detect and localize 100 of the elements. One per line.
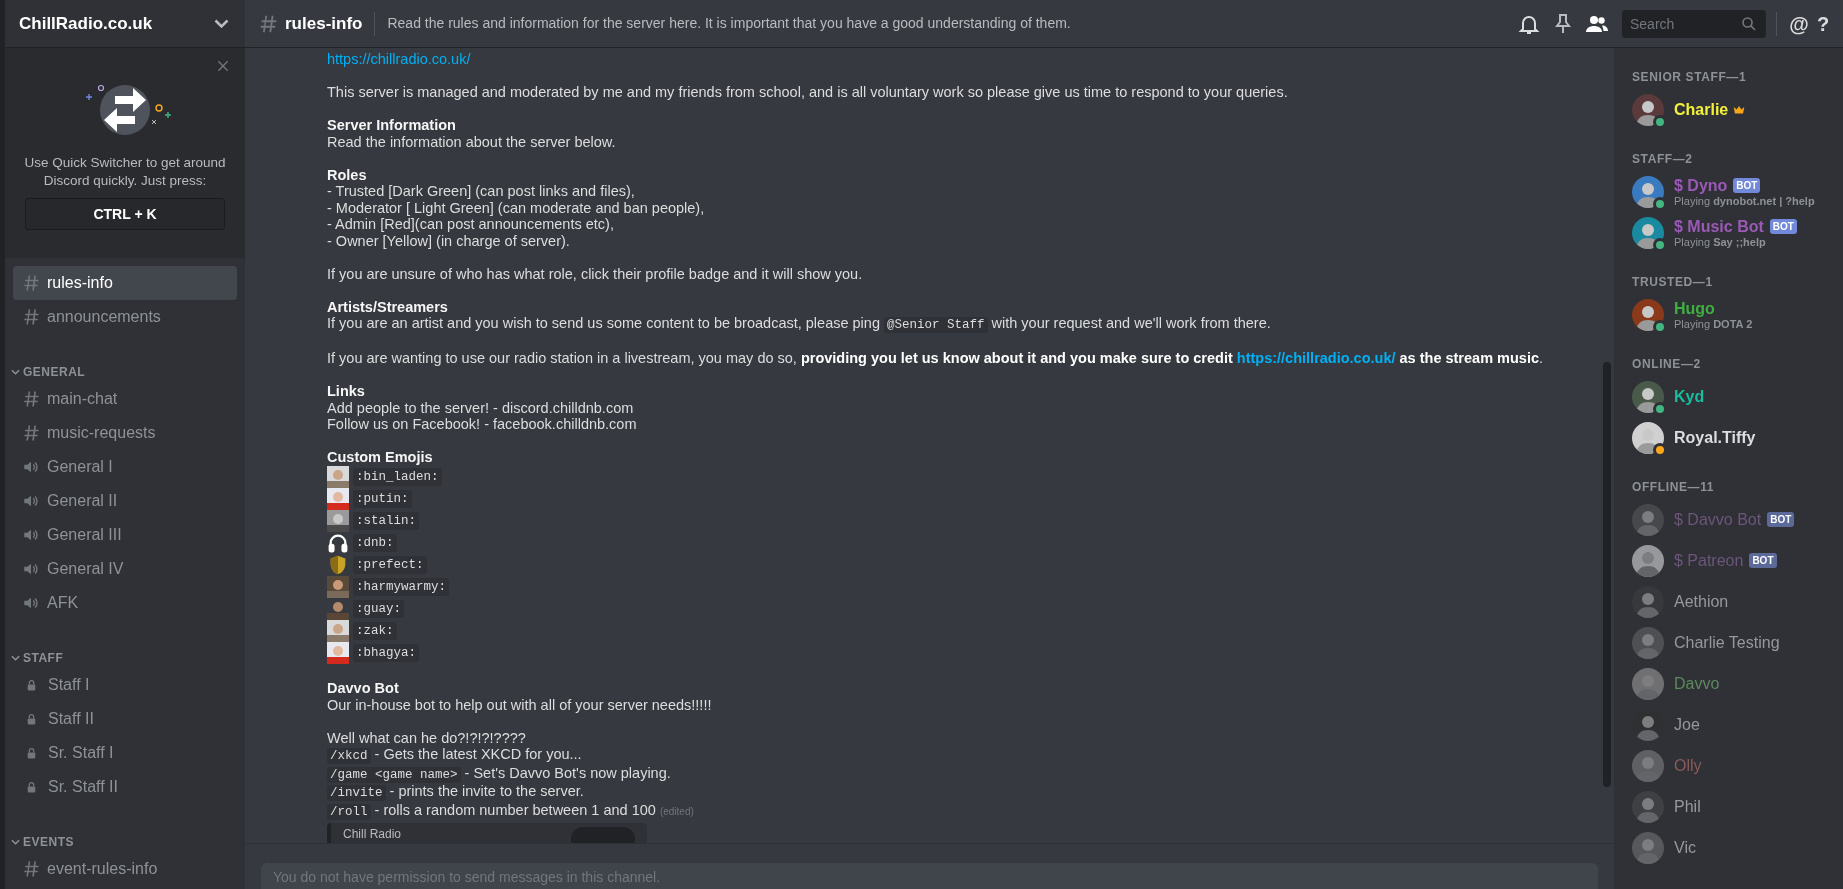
avatar xyxy=(1632,421,1664,454)
section-heading: Custom Emojis xyxy=(327,449,433,466)
emoji-code: :zak: xyxy=(353,621,397,640)
channel-item[interactable]: General III xyxy=(13,518,237,552)
channel-item[interactable]: Staff II xyxy=(13,702,237,736)
emoji-code: :harmywarmy: xyxy=(353,577,449,596)
message-text: /game <game name> - Set's Davvo Bot's now playing. xyxy=(327,764,671,783)
channel-item[interactable]: announcements xyxy=(13,300,237,334)
section-heading: Artists/Streamers xyxy=(327,298,448,315)
section-heading: Server Information xyxy=(327,117,456,134)
close-icon xyxy=(215,58,231,74)
member-name: $ Music Bot xyxy=(1674,216,1764,236)
edited-label: (edited) xyxy=(659,805,694,817)
member-name: Hugo xyxy=(1674,298,1715,318)
emoji-code: :stalin: xyxy=(353,511,419,530)
emoji-code: :dnb: xyxy=(353,533,397,552)
member-name: Olly xyxy=(1674,756,1702,775)
channel-item[interactable]: Sr. Staff I xyxy=(13,736,237,770)
link[interactable]: https://chillradio.co.uk/ xyxy=(327,51,471,68)
member-name: Davvo xyxy=(1674,674,1720,693)
bot-badge: BOT xyxy=(1733,177,1761,193)
member-name: Phil xyxy=(1674,797,1701,816)
message-text: Follow us on Facebook! - facebook.chilldnb.com xyxy=(327,416,637,433)
member-name: $ Patreon xyxy=(1674,551,1744,570)
channel-topic: Read the rules and information for the server here. It is important that you have a good understanding of them. xyxy=(387,14,1072,33)
hash-icon xyxy=(21,423,41,443)
channel-item[interactable]: main-chat xyxy=(13,382,237,416)
chevron-icon xyxy=(11,839,20,845)
quick-switcher-text: Use Quick Switcher to get around Discord quickly. Just press: xyxy=(23,154,227,190)
channel-item[interactable]: General II xyxy=(13,484,237,518)
channel-item[interactable]: General I xyxy=(13,450,237,484)
member-name: $ Dyno xyxy=(1674,175,1728,195)
section-heading: Links xyxy=(327,383,365,400)
message-text: Read the information about the server below. xyxy=(327,133,616,150)
channel-item[interactable]: Sr. Staff II xyxy=(13,770,237,804)
avatar xyxy=(1632,175,1664,208)
member-name: Charlie Testing xyxy=(1674,633,1780,652)
emoji-code: :bin_laden: xyxy=(353,467,442,486)
message-text: This server is managed and moderated by me and my friends from school, and is all voluntary work so please give us time to respond to your queries. xyxy=(327,84,1288,101)
category-header[interactable]: STAFF xyxy=(11,650,64,666)
scrollbar-thumb[interactable] xyxy=(1603,362,1611,787)
search-icon xyxy=(1740,14,1758,33)
channel-item[interactable]: Staff I xyxy=(13,668,237,702)
emoji-code: :bhagya: xyxy=(353,643,419,662)
message-text: Add people to the server! - discord.chilldnb.com xyxy=(327,399,634,416)
emoji-code: :guay: xyxy=(353,599,404,618)
avatar xyxy=(1632,216,1664,249)
emoji-code: :prefect: xyxy=(353,555,427,574)
member-name: Joe xyxy=(1674,715,1700,734)
message-text: Well what can he do?!?!?!???? xyxy=(327,729,526,746)
close-button[interactable] xyxy=(215,58,231,74)
channel-item[interactable]: event-rules-info xyxy=(13,852,237,886)
channel-item[interactable]: rules-info xyxy=(13,266,237,300)
lock-icon xyxy=(25,712,38,726)
search-field[interactable]: Search xyxy=(1622,9,1766,38)
inline-code: /game <game name> xyxy=(327,766,461,783)
message-text: If you are unsure of who has what role, click their profile badge and it will show you. xyxy=(327,265,863,282)
member-group-header: OFFLINE—11 xyxy=(1632,479,1714,495)
message-text: Our in-house bot to help out with all of your server needs!!!!! xyxy=(327,696,712,713)
lock-icon xyxy=(25,678,38,692)
channel-item[interactable]: music-requests xyxy=(13,416,237,450)
inline-code: /roll xyxy=(327,803,371,820)
message-text: If you are wanting to use our radio station in a livestream, you may do so, providing you let us know about it and you make sure to credit https://chillradio.co.uk/ as the stream music. xyxy=(327,350,1543,367)
link[interactable]: https://chillradio.co.uk/ xyxy=(1236,350,1396,366)
message-text: /invite - prints the invite to the server. xyxy=(327,783,584,802)
inline-code: /xkcd xyxy=(327,748,371,764)
message-text: /roll - rolls a random number between 1 and 100 (edited) xyxy=(327,801,694,820)
message-text: - Admin [Red](can post announcements etc), xyxy=(327,216,614,233)
message-text: If you are an artist and you wish to send us some content to be broadcast, please ping @Senior Staff with your request and we'll work from there. xyxy=(327,315,1271,334)
avatar xyxy=(1632,298,1664,331)
emoji-code: :putin: xyxy=(353,489,412,508)
member-group-header: SENIOR STAFF—1 xyxy=(1632,69,1747,85)
lock-icon xyxy=(25,780,38,794)
activity-text: Playing Say ;;help xyxy=(1674,235,1767,249)
channel-item[interactable]: AFK xyxy=(13,586,237,620)
inline-code: /invite xyxy=(327,785,386,801)
help-button[interactable]: ? xyxy=(1811,11,1835,36)
bot-badge: BOT xyxy=(1767,512,1795,527)
shortcut-button[interactable]: CTRL + K xyxy=(25,198,225,230)
message-text: - Moderator [ Light Green] (can moderate and ban people), xyxy=(327,199,705,216)
member-group-header: ONLINE—2 xyxy=(1632,356,1701,372)
section-heading: Roles xyxy=(327,166,367,183)
chevron-icon xyxy=(214,19,229,28)
hash-icon xyxy=(21,859,41,879)
category-header[interactable]: EVENTS xyxy=(11,834,74,850)
message-text: /xkcd - Gets the latest XKCD for you... xyxy=(327,746,582,765)
mentions-button[interactable]: @ xyxy=(1787,11,1811,36)
member-name: Aethion xyxy=(1674,592,1729,611)
member-name: Charlie xyxy=(1674,100,1729,119)
channel-item[interactable]: General IV xyxy=(13,552,237,586)
member-group-header: TRUSTED—1 xyxy=(1632,274,1713,290)
member-group-header: STAFF—2 xyxy=(1632,151,1693,167)
hash-icon xyxy=(21,307,41,327)
chevron-icon xyxy=(11,369,20,375)
member-name: Kyd xyxy=(1674,387,1705,406)
channel-name: rules-info xyxy=(285,12,363,35)
message-text: - Trusted [Dark Green] (can post links and files), xyxy=(327,183,635,200)
member-name: Royal.Tiffy xyxy=(1674,428,1756,447)
category-header[interactable]: GENERAL xyxy=(11,364,86,380)
lock-icon xyxy=(25,746,38,760)
